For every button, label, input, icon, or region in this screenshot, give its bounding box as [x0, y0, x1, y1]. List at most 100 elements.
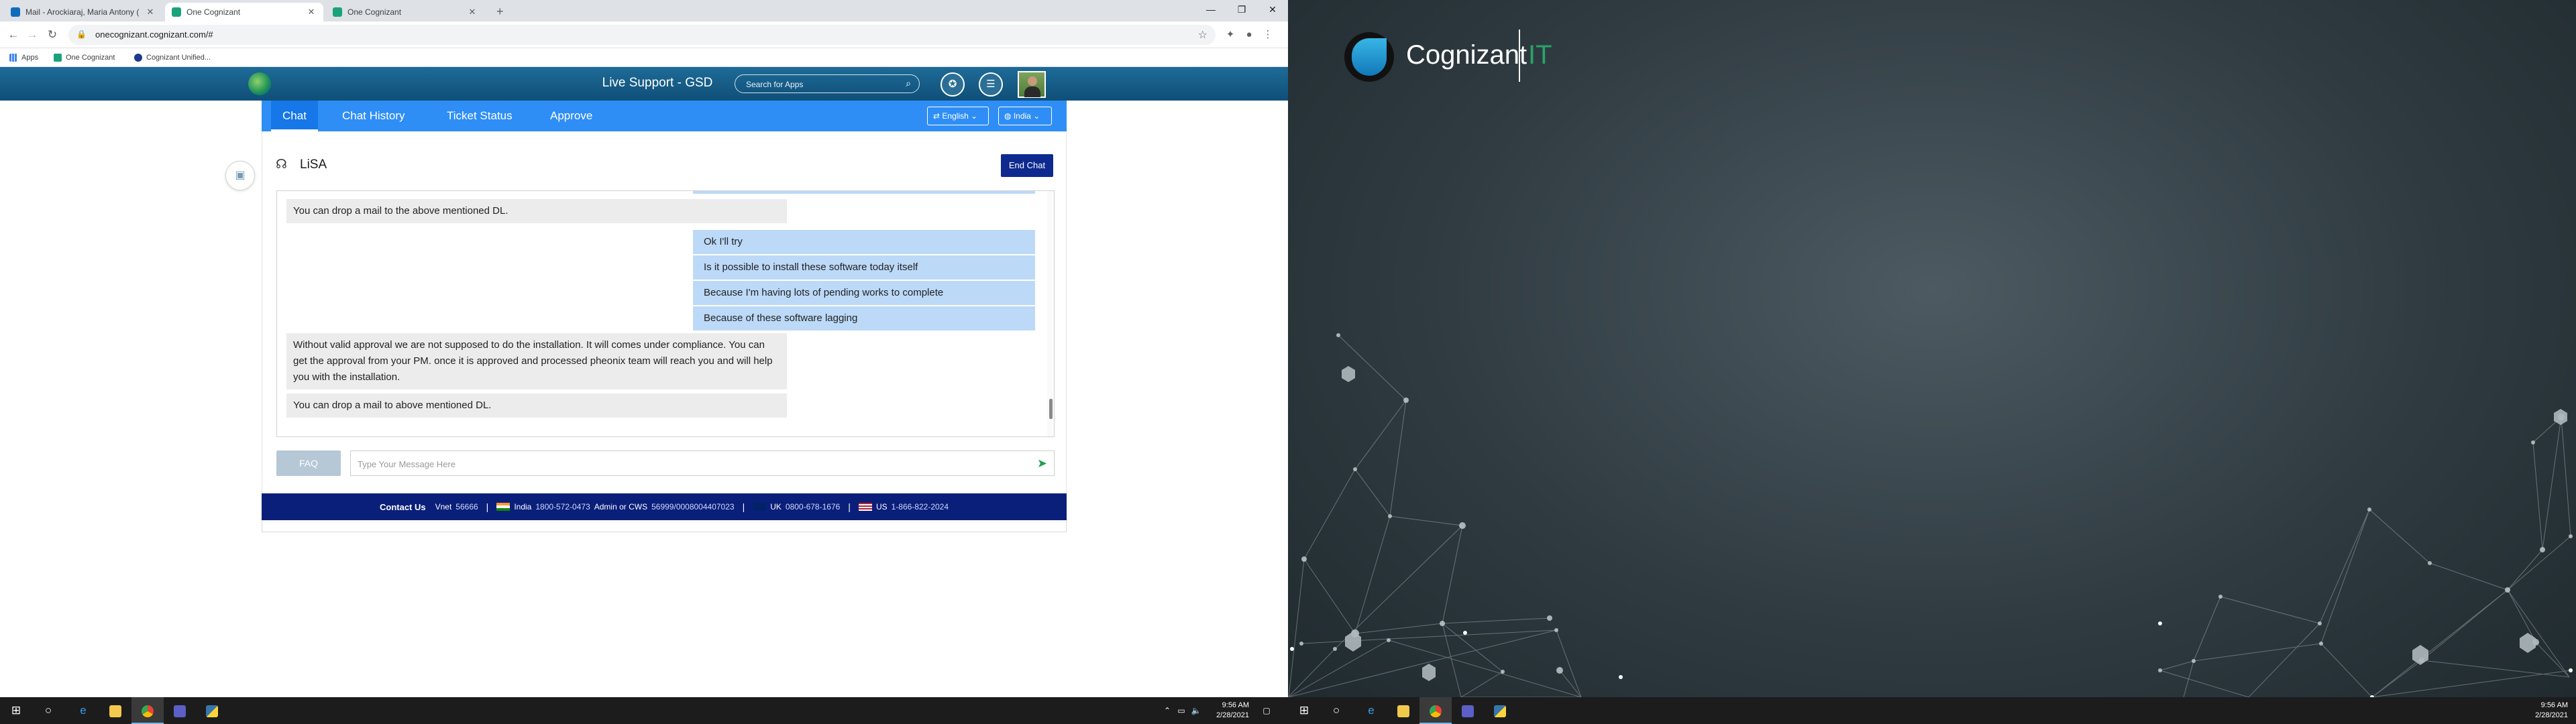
file-explorer-icon[interactable]	[1387, 697, 1419, 724]
scrollbar[interactable]	[1047, 191, 1054, 436]
scrollbar-thumb[interactable]	[1049, 399, 1053, 419]
back-button[interactable]: ←	[5, 27, 21, 43]
right-monitor: Cognizant IT ⊞ ○ e 9:56 AM 2/28/2021	[1288, 0, 2576, 724]
user-message: Ok I'll try	[693, 230, 1035, 254]
language-value: English	[942, 111, 969, 121]
previous-user-bubble	[693, 191, 1035, 194]
teams-icon[interactable]	[1452, 697, 1484, 724]
translate-icon: ⇄	[933, 111, 941, 121]
menu-list-icon[interactable]: ☰	[979, 72, 1003, 97]
browser-tab-mail[interactable]: Mail - Arockiaraj, Maria Antony ( ✕	[4, 3, 162, 21]
window-close-button[interactable]: ✕	[1257, 0, 1288, 19]
extensions-icon[interactable]: ✦	[1224, 28, 1237, 42]
brand-name: Cognizant	[1406, 40, 1527, 70]
message-input[interactable]	[358, 457, 1002, 471]
windows-start-icon[interactable]: ⊞	[1288, 697, 1320, 724]
one-cognizant-icon	[172, 7, 181, 17]
windows-start-icon[interactable]: ⊞	[0, 697, 32, 724]
india-flag-icon	[496, 503, 511, 511]
contact-bar: Contact Us Vnet 56666 | India 1800-572-0…	[262, 493, 1067, 520]
chat-messages[interactable]: You can drop a mail to the above mention…	[276, 190, 1055, 437]
browser-toolbar: ← → ↻ 🔒 onecognizant.cognizant.com/# ☆ ✦…	[0, 21, 1288, 48]
chevron-down-icon: ⌄	[971, 111, 978, 121]
headset-icon: ☊	[276, 158, 287, 172]
india-map-icon[interactable]: ✪	[941, 72, 965, 97]
clock[interactable]: 9:56 AM 2/28/2021	[1202, 701, 1249, 721]
left-monitor: Mail - Arockiaraj, Maria Antony ( ✕ One …	[0, 0, 1288, 724]
minimize-button[interactable]: —	[1195, 0, 1226, 19]
tray-chevron-icon[interactable]: ⌃	[1162, 697, 1173, 724]
clock[interactable]: 9:56 AM 2/28/2021	[2521, 701, 2568, 721]
browser-tab-one-cognizant-active[interactable]: One Cognizant ✕	[165, 3, 323, 21]
feedback-icon[interactable]: ▣	[225, 161, 255, 190]
tab-chat[interactable]: Chat	[271, 101, 318, 131]
user-message: Because I'm having lots of pending works…	[693, 281, 1035, 305]
cortana-search-icon[interactable]: ○	[32, 697, 64, 724]
cognizant-icon	[134, 54, 142, 62]
message-box: ➤	[350, 450, 1055, 476]
language-select[interactable]: ⇄ English ⌄	[927, 107, 989, 125]
new-tab-button[interactable]: +	[496, 5, 504, 19]
one-cognizant-icon	[333, 7, 342, 17]
network-icon[interactable]: ▭	[1175, 697, 1187, 724]
tab-chat-history[interactable]: Chat History	[334, 101, 413, 131]
globe-icon: ◍	[1004, 111, 1012, 121]
gsd-logo[interactable]	[248, 72, 271, 95]
bookmark-star-icon[interactable]: ☆	[1198, 28, 1208, 42]
menu-icon[interactable]: ⋮	[1261, 28, 1275, 42]
bot-message: You can drop a mail to above mentioned D…	[286, 394, 787, 418]
restore-button[interactable]: ❐	[1226, 0, 1257, 19]
close-icon[interactable]: ✕	[306, 7, 317, 17]
tab-approve[interactable]: Approve	[542, 101, 600, 131]
close-icon[interactable]: ✕	[145, 7, 156, 17]
search-icon[interactable]: ⌕	[906, 78, 911, 89]
tab-ticket-status[interactable]: Ticket Status	[439, 101, 521, 131]
chrome-icon[interactable]	[131, 697, 164, 724]
tab-label: One Cognizant	[347, 7, 402, 17]
bookmark-one-cognizant[interactable]: One Cognizant	[54, 52, 115, 64]
avatar[interactable]	[1018, 71, 1046, 98]
uk-label: UK	[770, 502, 782, 511]
uk-value: 0800-678-1676	[785, 502, 841, 511]
forward-button[interactable]: →	[24, 27, 40, 43]
volume-icon[interactable]: 🔈	[1190, 697, 1202, 724]
close-icon[interactable]: ✕	[467, 7, 478, 17]
agent-name: LiSA	[300, 158, 327, 172]
file-explorer-icon[interactable]	[99, 697, 131, 724]
vnet-value: 56666	[455, 502, 478, 511]
clock-date: 2/28/2021	[2535, 711, 2568, 719]
clock-time: 9:56 AM	[1222, 701, 1249, 709]
send-icon[interactable]: ➤	[1037, 457, 1047, 471]
bookmark-label: One Cognizant	[66, 54, 115, 62]
reload-button[interactable]: ↻	[44, 27, 60, 43]
tab-label: One Cognizant	[186, 7, 241, 17]
edge-icon[interactable]: e	[1355, 697, 1387, 724]
bookmark-cognizant-unified[interactable]: Cognizant Unified...	[134, 52, 211, 64]
bookmark-label: Cognizant Unified...	[146, 54, 211, 62]
us-flag-icon	[858, 503, 872, 511]
lock-icon: 🔒	[76, 29, 87, 39]
end-chat-button[interactable]: End Chat	[1001, 154, 1053, 177]
contact-title: Contact Us	[379, 501, 426, 512]
chrome-icon[interactable]	[1419, 697, 1452, 724]
bookmark-apps[interactable]: Apps	[9, 52, 38, 64]
address-bar[interactable]: 🔒 onecognizant.cognizant.com/# ☆	[68, 25, 1216, 45]
brand-divider	[1519, 29, 1520, 82]
profile-icon[interactable]: ●	[1242, 28, 1256, 42]
bookmarks-bar: Apps One Cognizant Cognizant Unified...	[0, 48, 1288, 67]
notification-icon[interactable]: ▢	[1258, 697, 1275, 724]
python-icon[interactable]	[1484, 697, 1516, 724]
cortana-search-icon[interactable]: ○	[1320, 697, 1352, 724]
browser-tab-one-cognizant[interactable]: One Cognizant ✕	[326, 3, 484, 21]
outlook-icon	[11, 7, 20, 17]
bot-message: You can drop a mail to the above mention…	[286, 199, 787, 223]
edge-icon[interactable]: e	[67, 697, 99, 724]
country-select[interactable]: ◍ India ⌄	[998, 107, 1052, 125]
teams-icon[interactable]	[164, 697, 196, 724]
bot-message: Without valid approval we are not suppos…	[286, 333, 787, 389]
faq-button[interactable]: FAQ	[276, 450, 341, 476]
search-input[interactable]	[746, 78, 894, 90]
python-icon[interactable]	[196, 697, 228, 724]
admin-value: 56999/0008004407023	[651, 502, 735, 511]
country-value: India	[1013, 111, 1031, 121]
